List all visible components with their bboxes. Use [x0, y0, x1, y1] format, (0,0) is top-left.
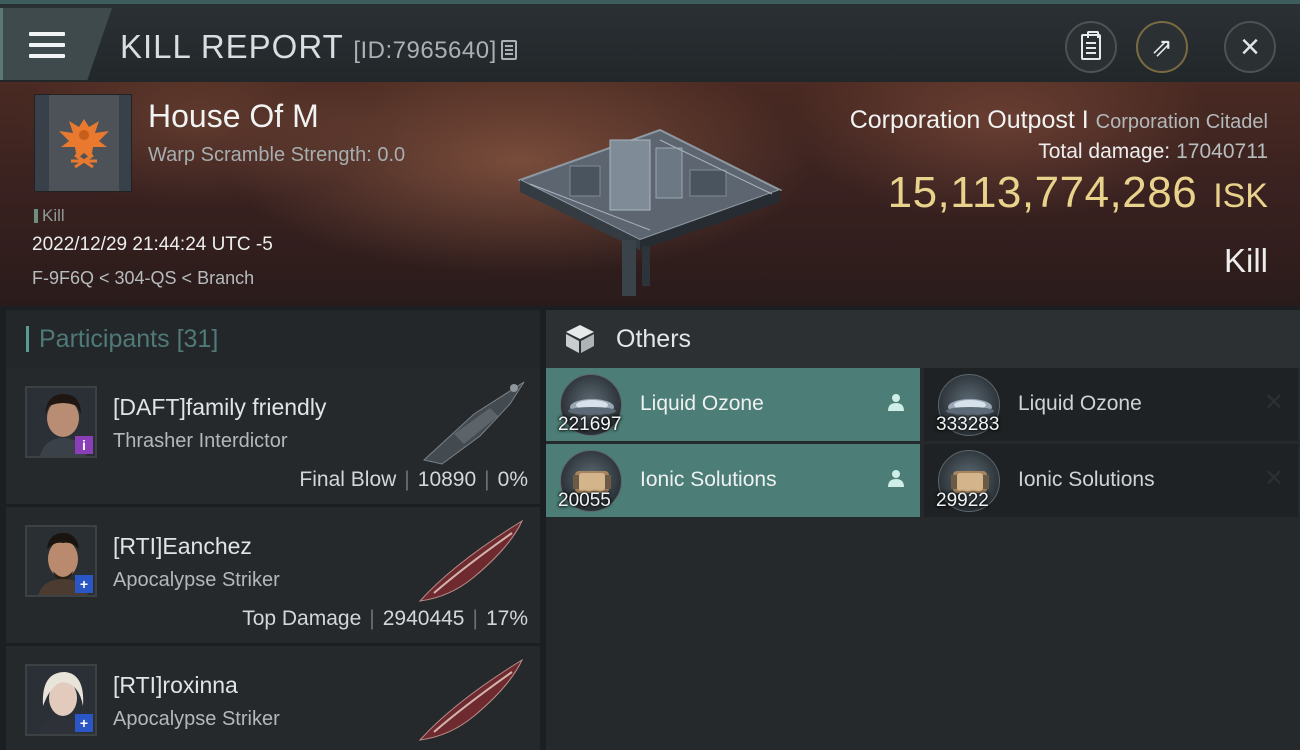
- total-damage: Total damage: 17040711: [1038, 140, 1268, 164]
- share-icon: ⇗: [1151, 32, 1173, 62]
- participant-stats: Final Blow | 10890 | 0%: [299, 468, 528, 491]
- eagle-emblem-icon: [59, 119, 109, 169]
- participant-name: [DAFT]family friendly: [113, 394, 327, 420]
- item-name: Liquid Ozone: [1018, 392, 1142, 415]
- ship-type-label: Corporation Outpost: [849, 106, 1075, 134]
- citadel-structure-image[interactable]: [510, 100, 790, 300]
- menu-button[interactable]: [0, 8, 112, 80]
- ship-thumbnail: [418, 658, 524, 741]
- role-badge: i: [75, 436, 93, 454]
- participant-name: [RTI]Eanchez: [113, 533, 252, 559]
- others-title: Others: [616, 324, 692, 353]
- total-damage-value: 17040711: [1176, 140, 1268, 163]
- kill-tag: Kill: [34, 206, 65, 226]
- damage-percent: 17%: [485, 607, 528, 630]
- share-button[interactable]: ⇗: [1136, 21, 1188, 73]
- victim-name[interactable]: House Of M: [148, 98, 319, 135]
- participants-count: [31]: [176, 324, 219, 353]
- item-slot[interactable]: 221697 Liquid Ozone: [546, 368, 920, 441]
- item-quantity: 221697: [558, 414, 622, 435]
- participant-portrait[interactable]: +: [25, 525, 97, 597]
- page-title: KILL REPORT [ID:7965640]: [120, 28, 517, 66]
- participants-title: Participants: [39, 324, 170, 353]
- hamburger-menu-icon: [29, 32, 65, 62]
- item-quantity: 333283: [936, 414, 1000, 435]
- warp-scramble-strength: Warp Scramble Strength: 0.0: [148, 144, 406, 166]
- others-panel: Others 221697 Liquid Ozone 333283 Liquid…: [546, 310, 1300, 750]
- item-name: Ionic Solutions: [640, 468, 777, 491]
- victim-ship-type: Corporation Outpost I Corporation Citade…: [850, 106, 1268, 135]
- item-slot[interactable]: 20055 Ionic Solutions: [546, 444, 920, 517]
- kill-result: Kill: [1223, 242, 1268, 279]
- person-icon: [886, 392, 906, 418]
- isk-value: 15,113,774,286 ISK: [888, 168, 1268, 218]
- close-icon: ×: [1240, 28, 1260, 66]
- total-damage-label: Total damage:: [1038, 140, 1171, 163]
- stat-label: Top Damage: [242, 607, 362, 630]
- item-name: Ionic Solutions: [1018, 468, 1155, 491]
- title-text: KILL REPORT: [120, 28, 344, 65]
- participant-row[interactable]: + [RTI]Eanchez Apocalypse Striker Top Da…: [6, 507, 540, 643]
- damage-value: 2940445: [382, 607, 465, 630]
- corporation-logo[interactable]: [34, 94, 132, 192]
- item-slot[interactable]: 333283 Liquid Ozone ✕: [924, 368, 1298, 441]
- item-slot[interactable]: 29922 Ionic Solutions ✕: [924, 444, 1298, 517]
- damage-value: 10890: [417, 468, 477, 491]
- participant-row[interactable]: i [DAFT]family friendly Thrasher Interdi…: [6, 368, 540, 504]
- ship-thumbnail: [422, 381, 525, 465]
- isk-unit: ISK: [1213, 177, 1268, 215]
- participant-portrait[interactable]: i: [25, 386, 97, 458]
- close-button[interactable]: ×: [1224, 21, 1276, 73]
- participant-name: [RTI]roxinna: [113, 672, 238, 698]
- item-name: Liquid Ozone: [640, 392, 764, 415]
- person-icon: [886, 468, 906, 494]
- x-icon: ✕: [1263, 389, 1284, 416]
- participant-ship: Thrasher Interdictor: [113, 430, 288, 452]
- isk-amount: 15,113,774,286: [887, 168, 1198, 217]
- item-quantity: 20055: [558, 490, 611, 511]
- others-header: Others: [546, 310, 1300, 368]
- stat-label: Final Blow: [299, 468, 397, 491]
- participants-header: Participants [31]: [6, 310, 540, 368]
- timestamp: 2022/12/29 21:44:24 UTC -5: [32, 234, 273, 255]
- role-badge: +: [75, 575, 93, 593]
- role-badge: +: [75, 714, 93, 732]
- damage-percent: 0%: [497, 468, 528, 491]
- kill-summary-banner: House Of M Warp Scramble Strength: 0.0 K…: [0, 82, 1300, 306]
- ship-type-separator: I: [1081, 106, 1089, 134]
- participant-stats: Top Damage | 2940445 | 17%: [242, 607, 528, 630]
- x-icon: ✕: [1263, 465, 1284, 492]
- clipboard-icon: [1081, 31, 1101, 60]
- participant-ship: Apocalypse Striker: [113, 708, 280, 730]
- ship-class-label: Corporation Citadel: [1095, 111, 1268, 133]
- participant-ship: Apocalypse Striker: [113, 569, 280, 591]
- cargo-box-icon: [566, 325, 594, 353]
- report-id: [ID:7965640]: [353, 37, 497, 64]
- participants-panel: Participants [31] i [DAFT]family friendl…: [6, 310, 540, 750]
- item-quantity: 29922: [936, 490, 989, 511]
- clipboard-button[interactable]: [1065, 21, 1117, 73]
- location-path[interactable]: F-9F6Q < 304-QS < Branch: [32, 268, 254, 289]
- copy-id-icon[interactable]: [500, 40, 517, 60]
- participant-portrait[interactable]: +: [25, 664, 97, 736]
- ship-thumbnail: [418, 519, 524, 602]
- title-bar: KILL REPORT [ID:7965640] ⇗ ×: [0, 0, 1300, 82]
- participant-row[interactable]: + [RTI]roxinna Apocalypse Striker: [6, 646, 540, 750]
